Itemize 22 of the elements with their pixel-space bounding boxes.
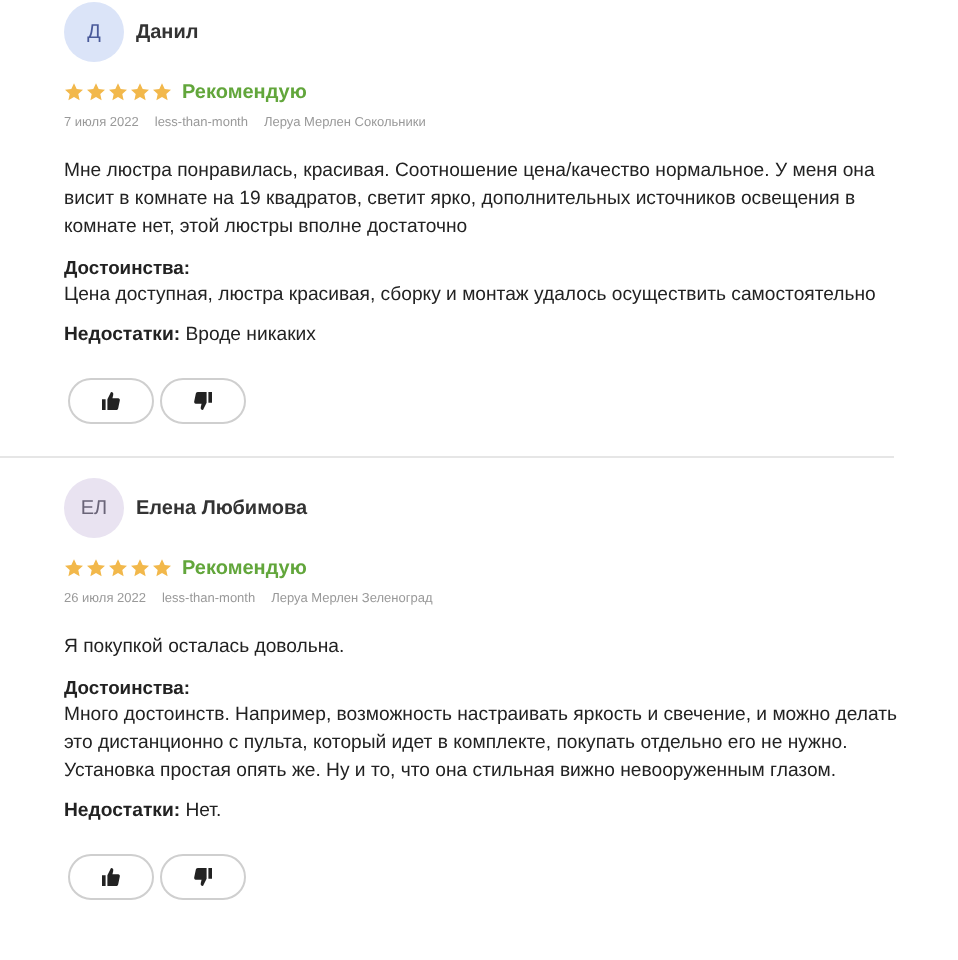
cons-text: Недостатки: Вроде никаких [64, 322, 318, 350]
recommend-label: Рекомендую [182, 557, 307, 579]
thumbs-up-icon [102, 392, 120, 410]
avatar: ЕЛ [64, 478, 124, 538]
dislike-button[interactable] [160, 854, 246, 900]
pros-text: Много достоинств. Например, возможность настраивать яркость и свечение, и можно делать это дистанционно с пульта, который идет в комплекте, покупать отдельно его не нужно. Установка простая опять же. Ну и то, что она стильная вижно невооруженным глазом. [64, 702, 899, 786]
pros-label: Достоинства: [64, 254, 193, 282]
like-button[interactable] [68, 854, 154, 900]
cons-text: Недостатки: Нет. [64, 798, 224, 826]
avatar: Д [64, 2, 124, 62]
thumbs-down-icon [194, 392, 212, 410]
review-text: Мне люстра понравилась, красивая. Соотношение цена/качество нормальное. У меня она висит в комнате на 19 квадратов, светит ярко, дополнительных источников освещения в комнате нет, этой люстры вполне достаточно [64, 158, 877, 242]
author-name: Данил [136, 21, 199, 43]
recommend-label: Рекомендую [182, 81, 307, 103]
pros-text: Цена доступная, люстра красивая, сборку и монтаж удалось осуществить самостоятельно [64, 282, 878, 310]
like-button[interactable] [68, 378, 154, 424]
pros-label: Достоинства: [64, 674, 193, 702]
thumbs-up-icon [102, 868, 120, 886]
dislike-button[interactable] [160, 378, 246, 424]
thumbs-down-icon [194, 868, 212, 886]
review-text: Я покупкой осталась довольна. [64, 634, 347, 662]
author-name: Елена Любимова [136, 497, 308, 519]
